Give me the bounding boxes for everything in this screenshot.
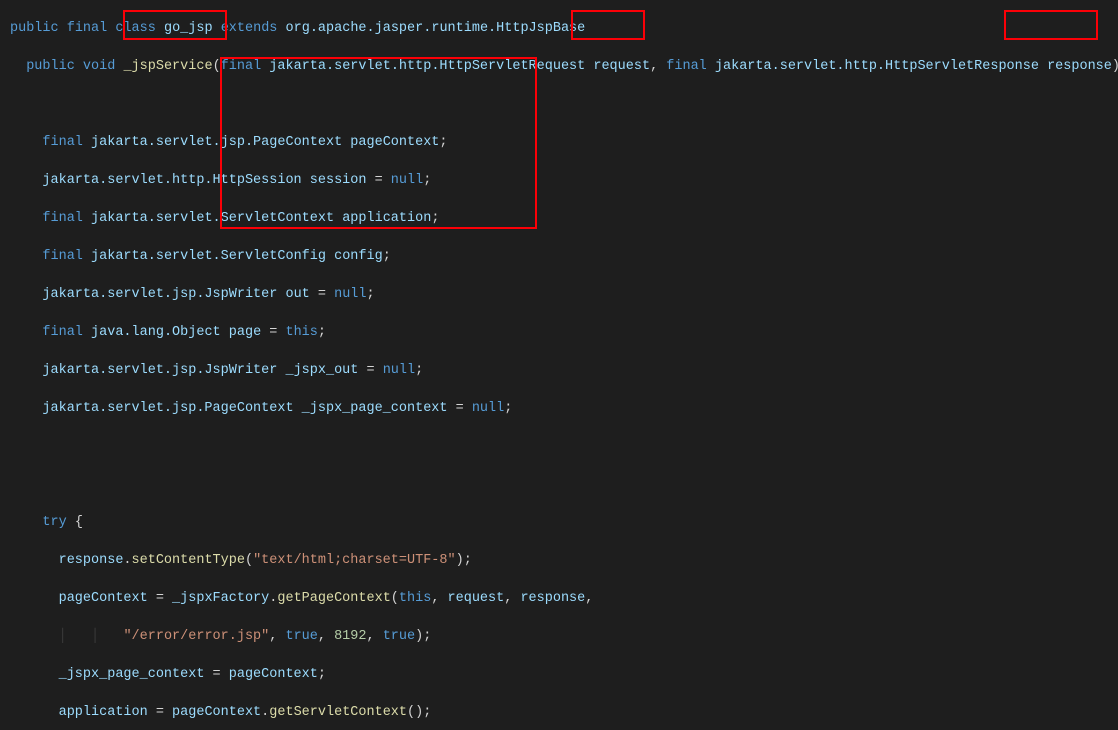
type: jakarta.servlet.jsp.PageContext bbox=[91, 135, 342, 150]
code-line: jakarta.servlet.jsp.PageContext _jspx_pa… bbox=[10, 399, 1118, 418]
identifier: request bbox=[593, 59, 650, 74]
keyword: extends bbox=[221, 21, 278, 36]
code-line: response.setContentType("text/html;chars… bbox=[10, 551, 1118, 570]
identifier: pageContext bbox=[350, 135, 439, 150]
keyword: this bbox=[399, 591, 431, 606]
blank-line bbox=[10, 437, 1118, 456]
code-line: _jspx_page_context = pageContext; bbox=[10, 665, 1118, 684]
method-call: getServletContext bbox=[269, 705, 407, 720]
type: jakarta.servlet.http.HttpServletResponse bbox=[715, 59, 1039, 74]
code-editor[interactable]: public final class go_jsp extends org.ap… bbox=[0, 0, 1118, 730]
type: jakarta.servlet.ServletContext bbox=[91, 211, 334, 226]
identifier: pageContext bbox=[172, 705, 261, 720]
code-line: pageContext = _jspxFactory.getPageContex… bbox=[10, 589, 1118, 608]
indent-guide: │ │ bbox=[59, 629, 100, 644]
keyword: true bbox=[285, 629, 317, 644]
method-call: setContentType bbox=[132, 553, 245, 568]
string: "text/html;charset=UTF-8" bbox=[253, 553, 456, 568]
blank-line bbox=[10, 95, 1118, 114]
keyword: final bbox=[67, 21, 108, 36]
code-line: final jakarta.servlet.ServletContext app… bbox=[10, 209, 1118, 228]
keyword: public bbox=[26, 59, 75, 74]
keyword: void bbox=[83, 59, 115, 74]
keyword: final bbox=[42, 249, 83, 264]
type: jakarta.servlet.jsp.JspWriter bbox=[42, 287, 277, 302]
identifier: out bbox=[285, 287, 309, 302]
keyword: final bbox=[666, 59, 707, 74]
code-line: final java.lang.Object page = this; bbox=[10, 323, 1118, 342]
method-call: getPageContext bbox=[277, 591, 390, 606]
identifier: response bbox=[520, 591, 585, 606]
keyword: true bbox=[383, 629, 415, 644]
type: jakarta.servlet.http.HttpSession bbox=[42, 173, 301, 188]
type: jakarta.servlet.jsp.PageContext bbox=[42, 401, 293, 416]
identifier: pageContext bbox=[59, 591, 148, 606]
keyword: class bbox=[115, 21, 156, 36]
identifier: response bbox=[1047, 59, 1112, 74]
keyword: final bbox=[42, 211, 83, 226]
identifier: application bbox=[342, 211, 431, 226]
keyword: try bbox=[42, 515, 66, 530]
keyword: null bbox=[391, 173, 423, 188]
type: java.lang.Object bbox=[91, 325, 221, 340]
code-line: jakarta.servlet.jsp.JspWriter out = null… bbox=[10, 285, 1118, 304]
code-line: final jakarta.servlet.ServletConfig conf… bbox=[10, 247, 1118, 266]
code-line: public final class go_jsp extends org.ap… bbox=[10, 19, 1118, 38]
code-line: final jakarta.servlet.jsp.PageContext pa… bbox=[10, 133, 1118, 152]
type: jakarta.servlet.http.HttpServletRequest bbox=[269, 59, 585, 74]
identifier: _jspx_out bbox=[285, 363, 358, 378]
identifier: pageContext bbox=[229, 667, 318, 682]
keyword: public bbox=[10, 21, 59, 36]
type: jakarta.servlet.jsp.JspWriter bbox=[42, 363, 277, 378]
code-line: │ │ "/error/error.jsp", true, 8192, true… bbox=[10, 627, 1118, 646]
keyword: final bbox=[42, 135, 83, 150]
keyword: null bbox=[334, 287, 366, 302]
identifier: _jspx_page_context bbox=[59, 667, 205, 682]
code-line: try { bbox=[10, 513, 1118, 532]
keyword: final bbox=[221, 59, 262, 74]
identifier: page bbox=[229, 325, 261, 340]
identifier: session bbox=[310, 173, 367, 188]
code-line: jakarta.servlet.jsp.JspWriter _jspx_out … bbox=[10, 361, 1118, 380]
string: "/error/error.jsp" bbox=[123, 629, 269, 644]
type: jakarta.servlet.ServletConfig bbox=[91, 249, 326, 264]
identifier: request bbox=[448, 591, 505, 606]
identifier: _jspx_page_context bbox=[302, 401, 448, 416]
keyword: final bbox=[42, 325, 83, 340]
type: org.apache.jasper.runtime.HttpJspBase bbox=[286, 21, 586, 36]
method-name: _jspService bbox=[123, 59, 212, 74]
keyword: null bbox=[383, 363, 415, 378]
keyword: null bbox=[472, 401, 504, 416]
identifier: application bbox=[59, 705, 148, 720]
code-line: application = pageContext.getServletCont… bbox=[10, 703, 1118, 722]
class-name: go_jsp bbox=[164, 21, 213, 36]
identifier: _jspxFactory bbox=[172, 591, 269, 606]
number: 8192 bbox=[334, 629, 366, 644]
identifier: response bbox=[59, 553, 124, 568]
blank-line bbox=[10, 475, 1118, 494]
code-line: jakarta.servlet.http.HttpSession session… bbox=[10, 171, 1118, 190]
identifier: config bbox=[334, 249, 383, 264]
keyword: this bbox=[285, 325, 317, 340]
code-line: public void _jspService(final jakarta.se… bbox=[10, 57, 1118, 76]
